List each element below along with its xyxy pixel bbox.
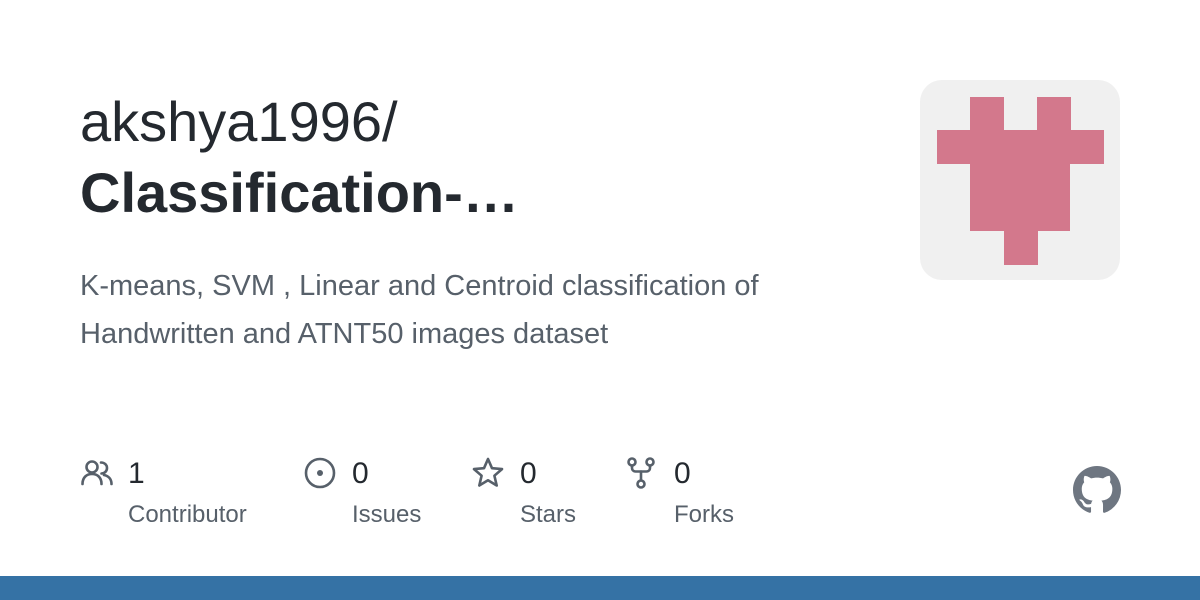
stars-count: 0 [520,457,537,490]
identicon-avatar-icon [937,97,1104,265]
issue-opened-icon [304,457,336,489]
forks-count: 0 [674,457,691,490]
stars-label: Stars [520,501,577,528]
repo-forked-icon [627,457,655,489]
github-mark-icon[interactable] [1073,466,1121,514]
repo-name[interactable]: Classification-… [80,158,519,228]
repo-description: K-means, SVM , Linear and Centroid class… [80,270,759,350]
forks-label: Forks [674,501,734,528]
people-icon [81,460,113,486]
language-color-bar [0,576,1200,600]
contributors-label: Contributor [128,501,247,528]
issues-label: Issues [352,501,422,528]
repo-owner[interactable]: akshya1996/ [80,88,398,156]
owner-avatar[interactable] [920,80,1120,280]
contributors-count: 1 [128,457,145,490]
star-icon [472,457,504,487]
issues-count: 0 [352,457,369,490]
